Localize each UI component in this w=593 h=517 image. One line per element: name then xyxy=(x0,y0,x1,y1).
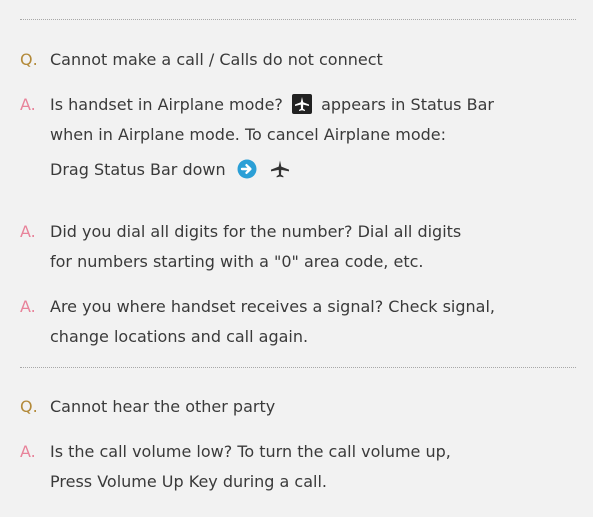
answer-line: Did you dial all digits for the number? … xyxy=(50,222,462,241)
faq-panel: Q. Cannot make a call / Calls do not con… xyxy=(0,0,593,517)
answer-marker: A. xyxy=(20,297,36,316)
question-marker: Q. xyxy=(20,50,38,69)
arrow-right-circle-icon xyxy=(237,159,257,179)
answer-line: when in Airplane mode. To cancel Airplan… xyxy=(50,125,447,144)
answer-marker: A. xyxy=(20,95,36,114)
question-text: Cannot hear the other party xyxy=(50,397,276,416)
airplane-status-icon xyxy=(292,93,312,114)
airplane-icon xyxy=(270,159,290,179)
answer-line: Are you where handset receives a signal?… xyxy=(50,297,495,316)
answer-line: Press Volume Up Key during a call. xyxy=(50,472,328,491)
question-text: Cannot make a call / Calls do not connec… xyxy=(50,50,383,69)
section-divider xyxy=(20,367,576,368)
question-marker: Q. xyxy=(20,397,38,416)
answer-text: Drag Status Bar down xyxy=(50,160,226,179)
answer-text: appears in Status Bar xyxy=(321,95,494,114)
answer-text: Is handset in Airplane mode? xyxy=(50,95,283,114)
answer-line: for numbers starting with a "0" area cod… xyxy=(50,252,424,271)
answer-marker: A. xyxy=(20,222,36,241)
section-divider xyxy=(20,19,576,20)
answer-marker: A. xyxy=(20,442,36,461)
answer-line: change locations and call again. xyxy=(50,327,309,346)
answer-line: Is handset in Airplane mode? appears in … xyxy=(50,90,580,120)
answer-line: Is the call volume low? To turn the call… xyxy=(50,442,451,461)
answer-line: Drag Status Bar down xyxy=(50,155,580,185)
